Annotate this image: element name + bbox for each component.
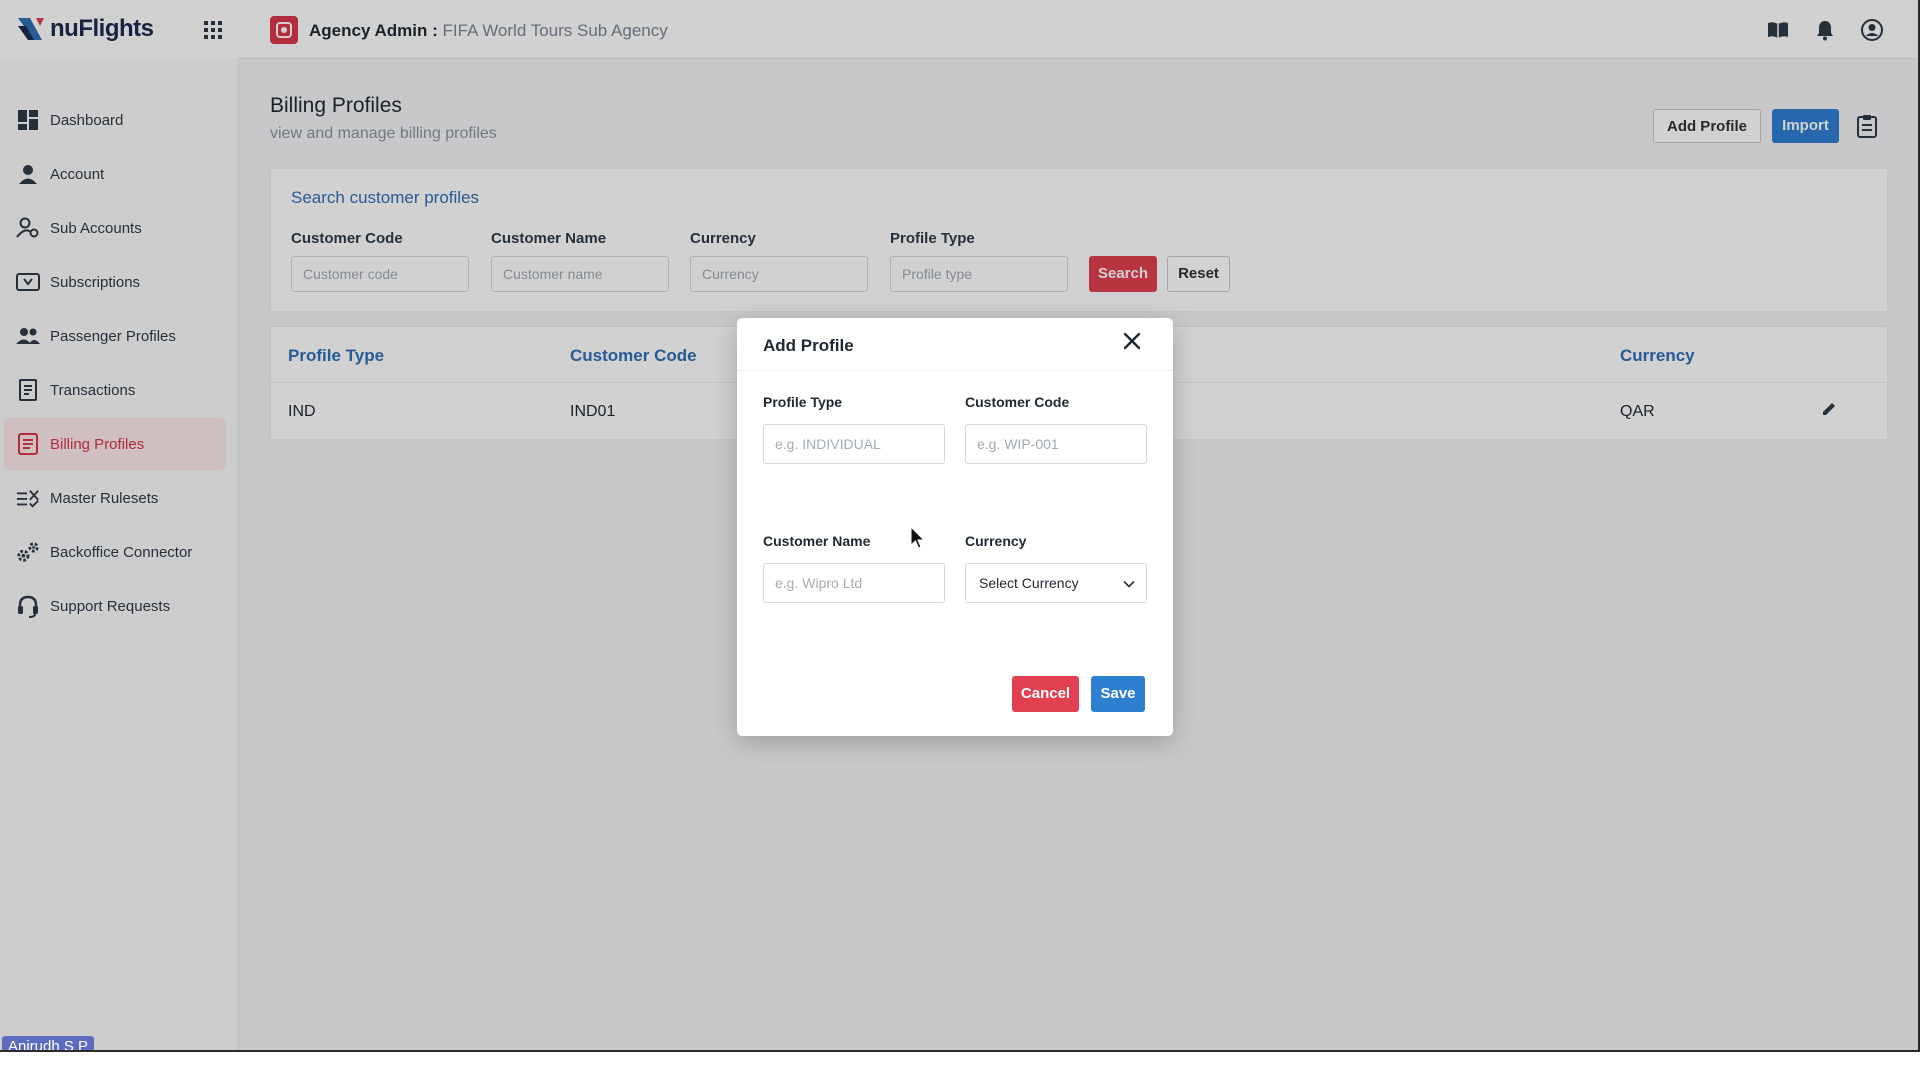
modal-header-divider: [737, 370, 1173, 371]
app-window: nuFlights Agency Admin : FIFA World Tour…: [0, 0, 1920, 1052]
modal-profile-type-label: Profile Type: [763, 394, 843, 410]
modal-customer-name-label: Customer Name: [763, 533, 871, 549]
cancel-button[interactable]: Cancel: [1012, 676, 1079, 712]
modal-customer-code-input[interactable]: [965, 424, 1147, 464]
save-button[interactable]: Save: [1091, 676, 1145, 712]
presenter-name-tag: Anirudh S P: [2, 1036, 95, 1050]
add-profile-modal: Add Profile Profile Type Customer Code C…: [737, 318, 1173, 736]
modal-customer-name-input[interactable]: [763, 563, 945, 603]
modal-profile-type-input[interactable]: [763, 424, 945, 464]
modal-customer-code-label: Customer Code: [965, 394, 1070, 410]
mouse-cursor-icon: [910, 526, 926, 549]
modal-currency-label: Currency: [965, 533, 1027, 549]
modal-title: Add Profile: [763, 336, 854, 355]
close-icon[interactable]: [1121, 330, 1143, 352]
currency-select-value: Select Currency: [979, 575, 1079, 591]
modal-currency-select[interactable]: Select Currency: [965, 563, 1147, 603]
bottom-strip: [0, 1052, 1920, 1080]
chevron-down-icon: [1123, 580, 1135, 588]
